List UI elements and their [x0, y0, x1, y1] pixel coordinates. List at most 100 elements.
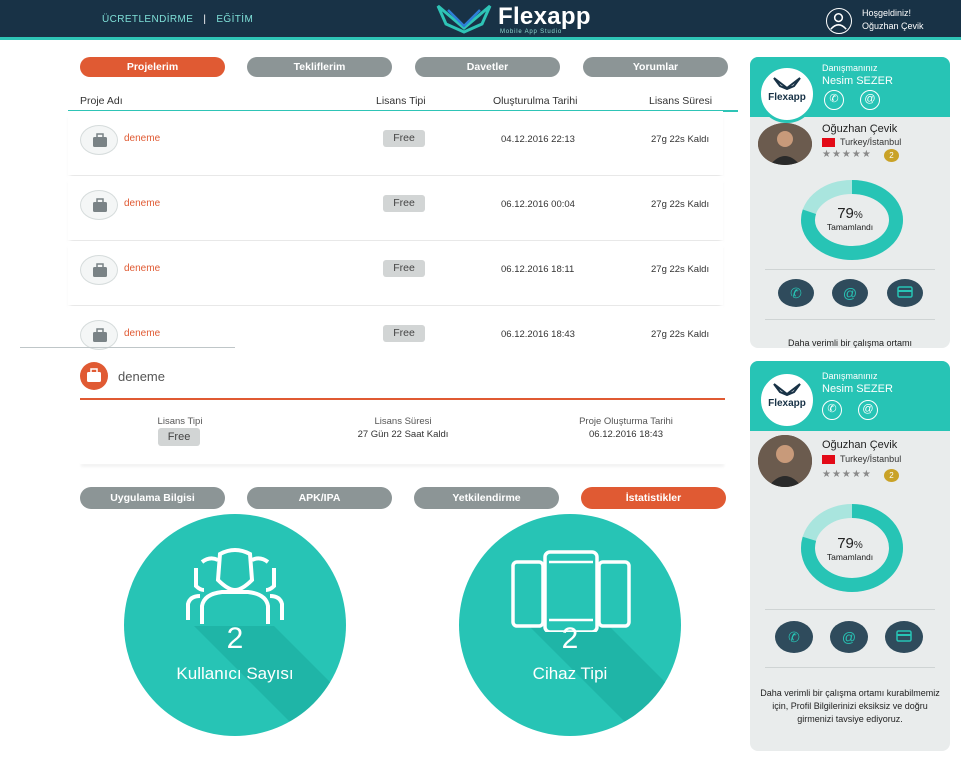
- profile-tip-text: Daha verimli bir çalışma ortamı: [787, 338, 913, 348]
- detail-created-label: Proje Oluşturma Tarihi: [579, 416, 673, 427]
- created-date: 06.12.2016 18:43: [501, 329, 575, 340]
- turkey-flag-icon: [822, 455, 835, 464]
- col-header-project-name: Proje Adı: [80, 95, 123, 107]
- briefcase-icon: [80, 255, 118, 285]
- user-location: Turkey/İstanbul: [840, 137, 902, 147]
- user-menu[interactable]: Hoşgeldiniz! Oğuzhan Çevik: [826, 6, 956, 34]
- user-avatar: [758, 123, 812, 165]
- card-button[interactable]: [887, 279, 923, 307]
- user-count-stat: 2 Kullanıcı Sayısı: [124, 514, 346, 736]
- detail-project-name: deneme: [118, 369, 165, 384]
- nav-pricing-link[interactable]: ÜCRETLENDİRME: [102, 14, 193, 25]
- col-header-license-type: Lisans Tipi: [376, 95, 426, 107]
- card-button[interactable]: [885, 621, 923, 653]
- advisor-label: Danışmanınız: [822, 63, 878, 73]
- rating-stars: ★★★★★: [822, 149, 872, 160]
- col-header-created: Oluşturulma Tarihi: [493, 95, 578, 107]
- butterfly-icon: [773, 383, 801, 396]
- phone-button[interactable]: ✆: [775, 621, 813, 653]
- briefcase-icon: [80, 320, 118, 350]
- tab-statistics[interactable]: İstatistikler: [581, 487, 726, 509]
- remaining-time: 27g 22s Kaldı: [651, 199, 710, 210]
- detail-license-label: Lisans Tipi: [157, 416, 203, 427]
- table-row[interactable]: deneme Free 04.12.2016 22:13 27g 22s Kal…: [68, 111, 723, 175]
- credit-card-icon: [897, 286, 913, 298]
- user-name: Oğuzhan Çevik: [822, 439, 898, 451]
- device-type-label: Cihaz Tipi: [532, 664, 608, 683]
- device-type-value: 2: [561, 622, 579, 655]
- nav-separator: |: [203, 14, 207, 25]
- greeting-text: Hoşgeldiniz!: [862, 8, 912, 18]
- completion-label: Tamamlandı: [826, 552, 874, 562]
- detail-shadow: [80, 460, 725, 464]
- advisor-name: Nesim SEZER: [822, 75, 893, 87]
- username-text: Oğuzhan Çevik: [862, 21, 924, 31]
- created-date: 04.12.2016 22:13: [501, 134, 575, 145]
- user-name: Oğuzhan Çevik: [822, 123, 898, 135]
- license-badge: Free: [383, 195, 425, 212]
- butterfly-icon: [773, 77, 801, 90]
- phone-button[interactable]: ✆: [778, 279, 814, 307]
- project-name-link[interactable]: deneme: [124, 328, 160, 339]
- tab-tekliflerim[interactable]: Tekliflerim: [247, 57, 392, 77]
- level-badge: 2: [884, 469, 899, 482]
- tab-davetler[interactable]: Davetler: [415, 57, 560, 77]
- project-name-link[interactable]: deneme: [124, 133, 160, 144]
- butterfly-logo-icon: [436, 4, 492, 34]
- turkey-flag-icon: [822, 138, 835, 147]
- flexapp-badge-logo: Flexapp: [758, 65, 816, 123]
- project-name-link[interactable]: deneme: [124, 198, 160, 209]
- advisor-card: Flexapp Danışmanınız Nesim SEZER ✆ @ Oğu…: [750, 361, 950, 751]
- card-divider: [765, 269, 935, 270]
- created-date: 06.12.2016 18:11: [501, 264, 575, 275]
- advisor-name: Nesim SEZER: [822, 383, 893, 395]
- project-name-link[interactable]: deneme: [124, 263, 160, 274]
- tab-authorization[interactable]: Yetkilendirme: [414, 487, 559, 509]
- tab-apk-ipa[interactable]: APK/IPA: [247, 487, 392, 509]
- remaining-time: 27g 22s Kaldı: [651, 134, 710, 145]
- project-detail: deneme Lisans Tipi Free Lisans Süresi 27…: [80, 360, 725, 460]
- advisor-email-button[interactable]: @: [860, 90, 880, 110]
- remaining-time: 27g 22s Kaldı: [651, 329, 710, 340]
- profile-tip-text: Daha verimli bir çalışma ortamı kurabilm…: [760, 688, 940, 724]
- logo-text: Flexapp: [498, 3, 591, 30]
- user-avatar-icon: [826, 8, 852, 34]
- advisor-phone-button[interactable]: ✆: [822, 400, 842, 420]
- detail-divider: [80, 398, 725, 400]
- license-badge: Free: [383, 260, 425, 277]
- card-divider: [765, 319, 935, 320]
- logo-subtitle: Mobile App Studio: [500, 29, 562, 35]
- user-location: Turkey/İstanbul: [840, 454, 902, 464]
- credit-card-icon: [896, 630, 912, 642]
- device-type-stat: 2 Cihaz Tipi: [459, 514, 681, 736]
- advisor-card: Flexapp Danışmanınız Nesim SEZER ✆ @ Oğu…: [750, 57, 950, 348]
- row-divider: [20, 347, 235, 348]
- tab-yorumlar[interactable]: Yorumlar: [583, 57, 728, 77]
- table-row[interactable]: deneme Free 06.12.2016 00:04 27g 22s Kal…: [68, 176, 723, 240]
- top-nav: ÜCRETLENDİRME | EĞİTİM: [102, 14, 263, 25]
- email-button[interactable]: @: [832, 279, 868, 307]
- badge-logo-text: Flexapp: [768, 92, 806, 103]
- advisor-phone-button[interactable]: ✆: [824, 90, 844, 110]
- license-badge: Free: [383, 130, 425, 147]
- completion-percent: 79%: [837, 205, 863, 222]
- detail-created-value: 06.12.2016 18:43: [589, 429, 663, 440]
- advisor-email-button[interactable]: @: [858, 400, 878, 420]
- top-bar: ÜCRETLENDİRME | EĞİTİM Flexapp Mobile App …: [0, 0, 961, 40]
- flexapp-logo[interactable]: Flexapp Mobile App Studio: [434, 2, 604, 36]
- remaining-time: 27g 22s Kaldı: [651, 264, 710, 275]
- table-row[interactable]: deneme Free 06.12.2016 18:11 27g 22s Kal…: [68, 241, 723, 305]
- tab-app-info[interactable]: Uygulama Bilgisi: [80, 487, 225, 509]
- completion-label: Tamamlandı: [826, 222, 874, 232]
- table-row[interactable]: deneme Free 06.12.2016 18:43 27g 22s Kal…: [68, 306, 723, 350]
- rating-stars: ★★★★★: [822, 469, 872, 480]
- completion-percent: 79%: [837, 535, 863, 552]
- email-button[interactable]: @: [830, 621, 868, 653]
- created-date: 06.12.2016 00:04: [501, 199, 575, 210]
- nav-education-link[interactable]: EĞİTİM: [216, 14, 253, 25]
- detail-license-badge: Free: [158, 428, 200, 446]
- user-avatar: [758, 435, 812, 487]
- advisor-label: Danışmanınız: [822, 371, 878, 381]
- tab-projelerim[interactable]: Projelerim: [80, 57, 225, 77]
- detail-duration-value: 27 Gün 22 Saat Kaldı: [357, 429, 449, 440]
